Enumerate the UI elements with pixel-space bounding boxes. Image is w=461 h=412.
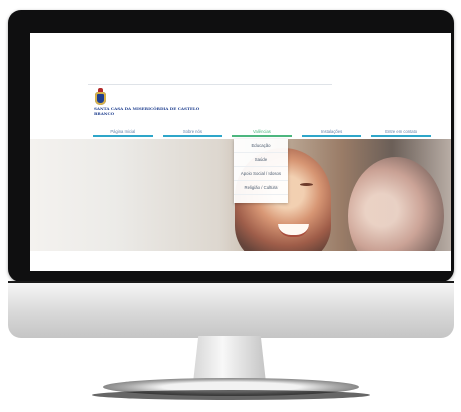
dropdown-item-religion-culture[interactable]: Religião / Cultura bbox=[234, 181, 288, 195]
nav-item-installations[interactable]: Instalações bbox=[301, 129, 362, 137]
website-screen: SANTA CASA DA MISERICÓRDIA DE CASTELO BR… bbox=[30, 33, 451, 271]
hero-person-right-eye bbox=[300, 183, 313, 186]
monitor-bezel: SANTA CASA DA MISERICÓRDIA DE CASTELO BR… bbox=[8, 10, 454, 282]
header-divider bbox=[88, 84, 332, 85]
crest-logo-icon bbox=[95, 88, 106, 105]
monitor-stand bbox=[192, 336, 267, 383]
dropdown-item-education[interactable]: Educação bbox=[234, 139, 288, 153]
dropdown-item-health[interactable]: Saúde bbox=[234, 153, 288, 167]
nav-item-home[interactable]: Página Inicial bbox=[93, 129, 153, 137]
organization-name: SANTA CASA DA MISERICÓRDIA DE CASTELO BR… bbox=[94, 106, 200, 116]
valencias-dropdown-menu: Educação Saúde Apoio Social / Idosos Rel… bbox=[234, 139, 288, 203]
monitor-shadow bbox=[92, 390, 370, 400]
nav-item-valencias[interactable]: Valências bbox=[232, 129, 292, 137]
monitor-chin bbox=[8, 281, 454, 338]
dropdown-item-social-support[interactable]: Apoio Social / Idosos bbox=[234, 167, 288, 181]
nav-item-about[interactable]: Sobre nós bbox=[162, 129, 223, 137]
carousel-next-icon[interactable]: › bbox=[431, 252, 441, 266]
nav-item-contact[interactable]: Entre em contato bbox=[371, 129, 431, 137]
main-navigation: Página Inicial Sobre nós Valências Insta… bbox=[93, 129, 431, 138]
